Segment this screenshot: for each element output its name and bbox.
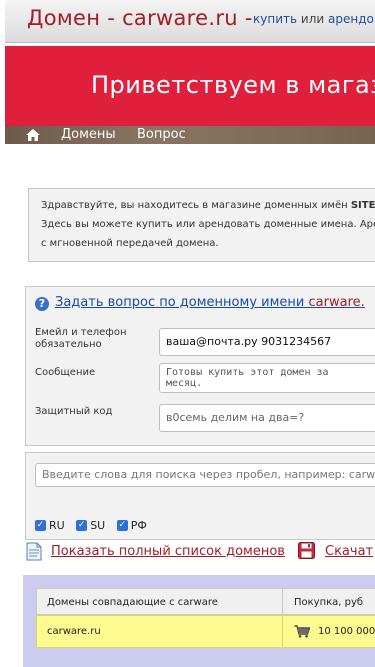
domain-links: Показать полный список доменов Скачат bbox=[26, 542, 375, 564]
nav-item-question[interactable]: Вопрос bbox=[137, 127, 186, 142]
column-divider bbox=[282, 589, 283, 616]
question-title-link[interactable]: Задать вопрос по доменному имени carware… bbox=[55, 295, 365, 310]
zone-ru-label: RU bbox=[49, 519, 65, 532]
tagline-or: или bbox=[300, 12, 325, 26]
welcome-box: Здравствуйте, вы находитесь в магазине д… bbox=[28, 188, 375, 262]
question-domain: carware. bbox=[308, 295, 365, 310]
site-title[interactable]: Домен - carware.ru - bbox=[27, 6, 253, 30]
checkbox-checked-icon: ✓ bbox=[35, 520, 46, 531]
zone-su-label: SU bbox=[90, 519, 106, 532]
question-form: ? Задать вопрос по доменному имени carwar… bbox=[25, 286, 375, 446]
zone-rf-label: РФ bbox=[130, 519, 147, 532]
contact-field[interactable]: ваша@почта.ру 9031234567 bbox=[159, 328, 375, 356]
question-heading: ? Задать вопрос по доменному имени carwar… bbox=[35, 295, 365, 311]
question-title-text: Задать вопрос по доменному имени bbox=[55, 295, 309, 310]
tagline-rent: арендова bbox=[328, 12, 375, 26]
banner-text: Приветствуем в магаз bbox=[91, 71, 375, 99]
message-textarea[interactable]: Готовы купить этот домен за месяц. bbox=[159, 363, 375, 393]
search-input[interactable]: Введите слова для поиска через пробел, н… bbox=[35, 463, 375, 487]
column-divider bbox=[282, 616, 283, 649]
captcha-field[interactable]: в0семь делим на два=? bbox=[159, 404, 375, 432]
row-price: 10 100 000 bbox=[318, 626, 375, 637]
nav-item-domains[interactable]: Домены bbox=[61, 127, 116, 142]
welcome-site-name: SITE.s bbox=[350, 200, 375, 211]
welcome-banner: Приветствуем в магаз bbox=[5, 46, 375, 126]
column-header-price: Покупка, руб bbox=[294, 597, 364, 608]
results-table-header: Домены совпадающие с carware Покупка, ру… bbox=[36, 588, 375, 616]
show-all-domains-link[interactable]: Показать полный список доменов bbox=[51, 544, 285, 559]
zone-rf-checkbox[interactable]: ✓ РФ bbox=[116, 519, 147, 532]
site-header: Домен - carware.ru - купить или арендова bbox=[5, 0, 375, 43]
message-line-2: месяц. bbox=[166, 378, 203, 389]
zone-checkboxes: ✓ RU ✓ SU ✓ РФ bbox=[35, 517, 155, 532]
tagline-buy: купить bbox=[253, 12, 298, 26]
zone-su-checkbox[interactable]: ✓ SU bbox=[76, 519, 105, 532]
checkbox-checked-icon: ✓ bbox=[76, 520, 88, 531]
home-icon[interactable] bbox=[25, 128, 41, 142]
search-panel: Введите слова для поиска через пробел, н… bbox=[25, 452, 375, 540]
row-domain[interactable]: carware.ru bbox=[47, 626, 101, 637]
zone-ru-checkbox[interactable]: ✓ RU bbox=[35, 519, 65, 532]
save-icon[interactable] bbox=[298, 542, 315, 559]
welcome-line-1: Здравствуйте, вы находитесь в магазине д… bbox=[41, 200, 375, 211]
message-label: Сообщение bbox=[35, 367, 96, 378]
column-header-domain: Домены совпадающие с carware bbox=[47, 597, 218, 608]
message-line-1: Готовы купить этот домен за bbox=[166, 367, 329, 378]
results-panel: Домены совпадающие с carware Покупка, ру… bbox=[23, 575, 375, 667]
cart-icon[interactable] bbox=[294, 625, 310, 638]
document-icon bbox=[26, 542, 42, 561]
question-icon: ? bbox=[35, 297, 49, 311]
contact-label: Емейл и телефон обязательно bbox=[35, 327, 127, 350]
tagline: купить или арендова bbox=[253, 12, 375, 26]
table-row[interactable]: carware.ru 10 100 000 bbox=[36, 615, 375, 649]
checkbox-checked-icon: ✓ bbox=[116, 520, 128, 531]
captcha-label: Защитный код bbox=[35, 406, 113, 417]
main-nav: Домены Вопрос bbox=[5, 126, 375, 144]
welcome-line-1-text: Здравствуйте, вы находитесь в магазине д… bbox=[41, 200, 351, 211]
welcome-line-2: Здесь вы можете купить или арендовать до… bbox=[41, 219, 375, 230]
download-link[interactable]: Скачат bbox=[325, 544, 373, 559]
welcome-line-3: с мгновенной передачей домена. bbox=[41, 238, 219, 249]
